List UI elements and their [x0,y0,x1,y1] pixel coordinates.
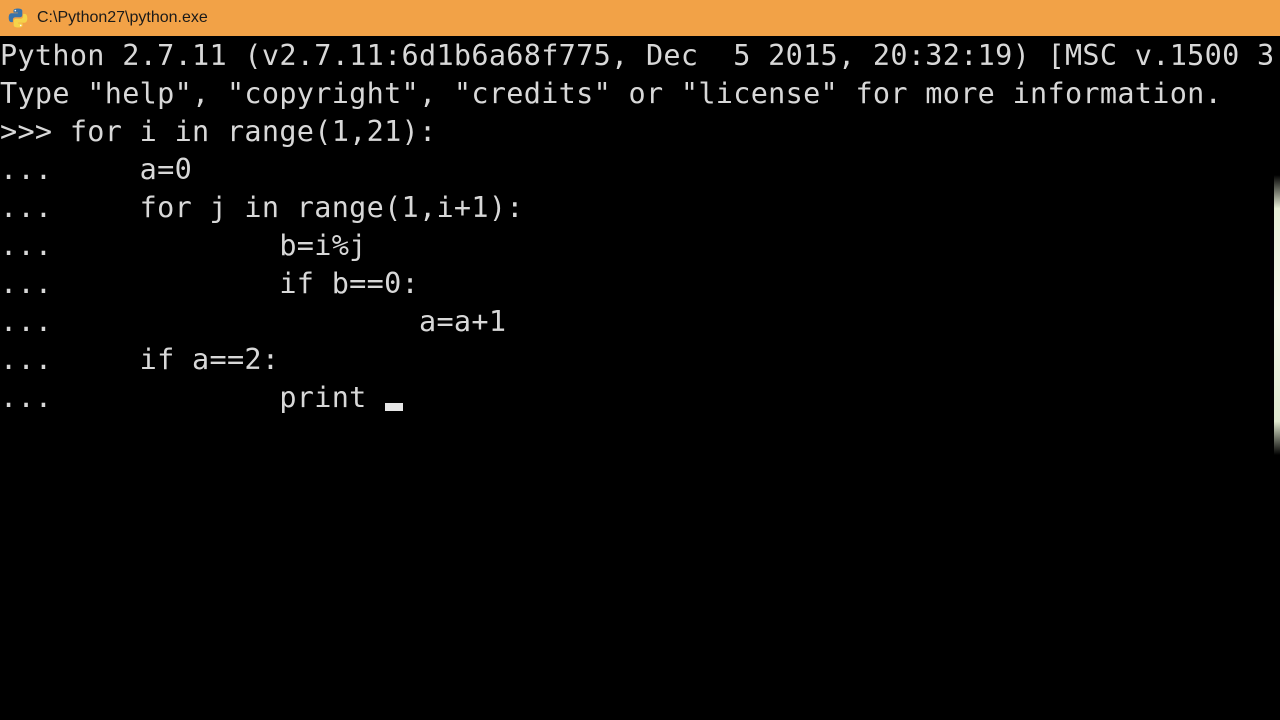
console-input-text[interactable]: ... print [0,381,384,414]
window-title: C:\Python27\python.exe [37,9,208,26]
background-window-edge [1274,175,1280,455]
console-input-line[interactable]: ... print [0,379,404,417]
console-line: ... if b==0: [0,267,420,300]
console-output[interactable]: Python 2.7.11 (v2.7.11:6d1b6a68f775, Dec… [0,36,1274,720]
console-line: ... b=i%j [0,229,367,262]
text-cursor [385,403,404,411]
console-line: ... a=a+1 [0,305,507,338]
console-line: ... for j in range(1,i+1): [0,191,524,224]
console-line: Type "help", "copyright", "credits" or "… [0,77,1223,110]
title-bar[interactable]: C:\Python27\python.exe [0,0,1280,36]
python-icon[interactable] [7,7,29,29]
console-line: ... a=0 [0,153,193,186]
console-line: Python 2.7.11 (v2.7.11:6d1b6a68f775, Dec… [0,39,1274,72]
console-line: >>> for i in range(1,21): [0,115,437,148]
python-console-window: C:\Python27\python.exe Python 2.7.11 (v2… [0,0,1280,720]
console-line: ... if a==2: [0,343,280,376]
